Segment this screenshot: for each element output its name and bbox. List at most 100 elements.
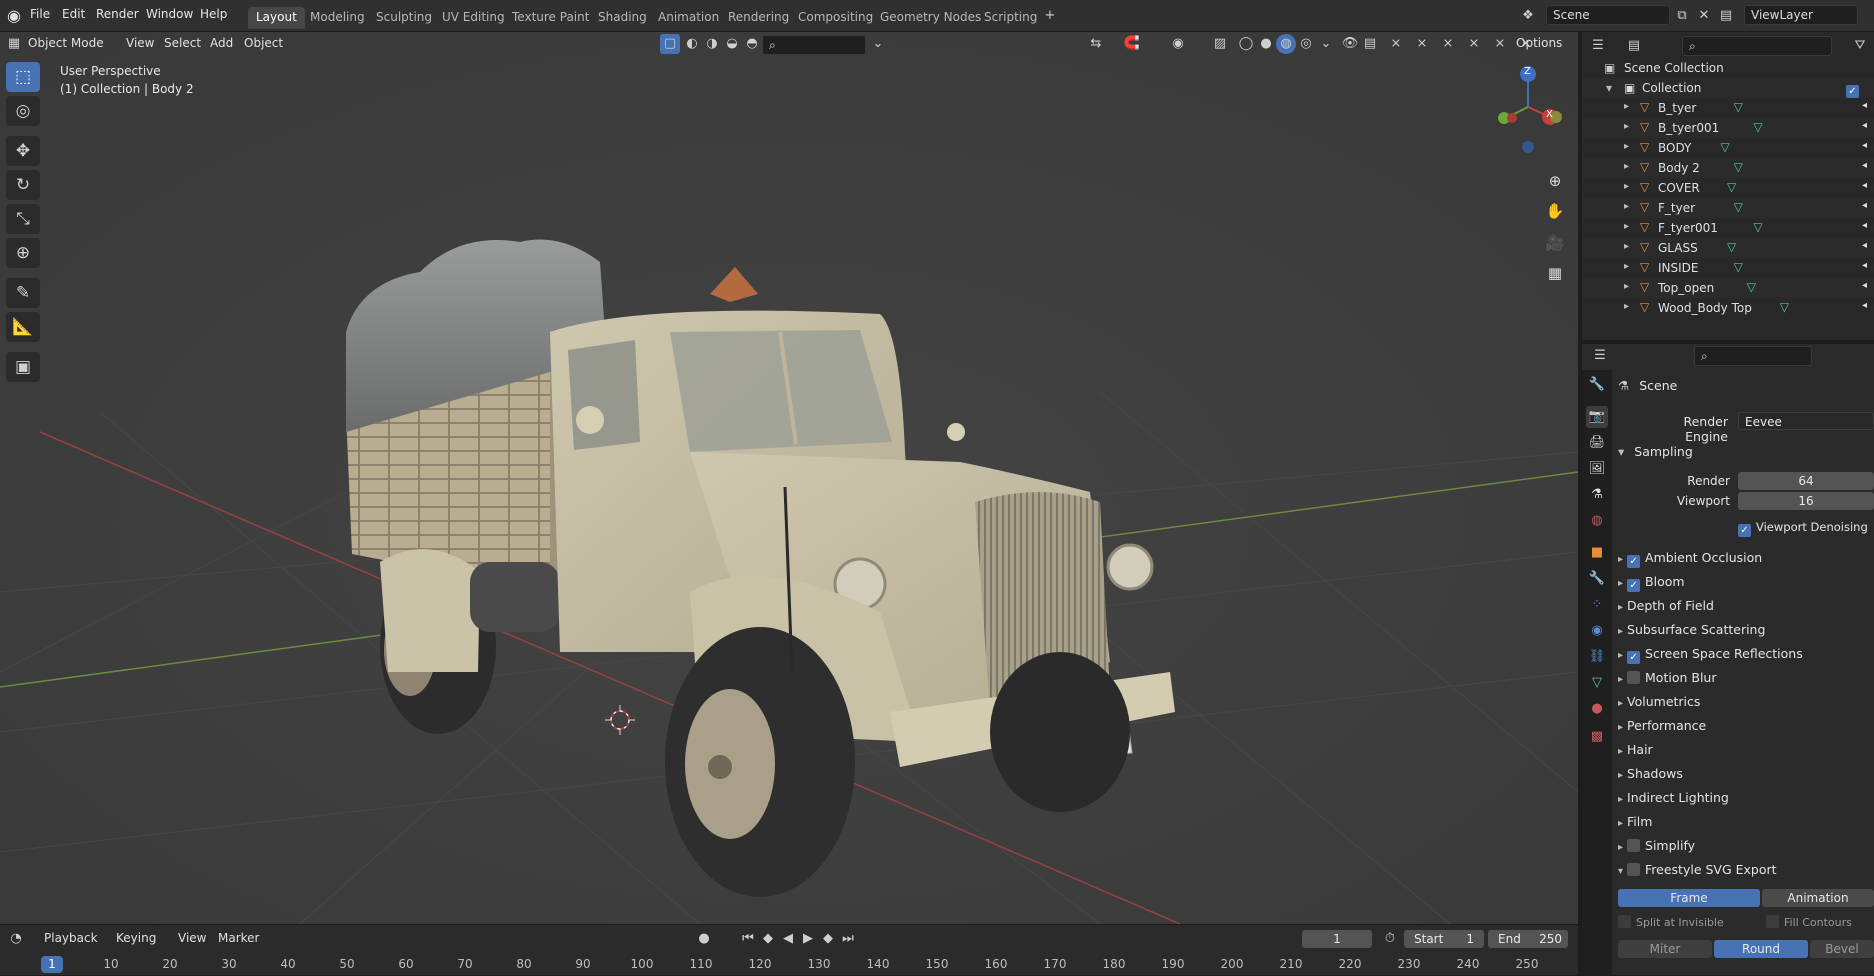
screen-space-reflections-panel[interactable]: ▸ ✓ Screen Space Reflections bbox=[1618, 646, 1803, 668]
editor-type-icon[interactable]: ▦ bbox=[4, 34, 24, 54]
expand-arrow-icon[interactable]: ▸ bbox=[1624, 141, 1629, 152]
mesh-data-icon[interactable]: ▽ bbox=[1734, 160, 1743, 174]
hair-panel[interactable]: ▸ Hair bbox=[1618, 742, 1653, 764]
wireframe-shading-icon[interactable]: ◯ bbox=[1236, 34, 1256, 54]
menu-add[interactable]: Add bbox=[210, 36, 233, 50]
menu-file[interactable]: File bbox=[30, 7, 50, 21]
scale-tool-icon[interactable]: ⤡ bbox=[6, 204, 40, 234]
move-tool-icon[interactable]: ✥ bbox=[6, 136, 40, 166]
tab-uv-editing[interactable]: UV Editing bbox=[434, 7, 513, 29]
shadows-panel[interactable]: ▸ Shadows bbox=[1618, 766, 1683, 788]
visibility-icon[interactable]: ◂ bbox=[1862, 240, 1867, 251]
output-tab-icon[interactable]: 🖨 bbox=[1586, 432, 1608, 454]
mesh-data-icon[interactable]: ▽ bbox=[1720, 140, 1729, 154]
simplify-panel[interactable]: ▸ Simplify bbox=[1618, 838, 1695, 860]
render-engine-dropdown[interactable]: Eevee bbox=[1738, 412, 1874, 430]
viewport-samples-field[interactable]: 16 bbox=[1738, 492, 1874, 510]
outliner-object-row[interactable]: ▸ ▽ INSIDE ▽ ◂ bbox=[1582, 258, 1874, 278]
navigation-gizmo[interactable]: Z X bbox=[1488, 62, 1568, 162]
tab-layout[interactable]: Layout bbox=[248, 7, 305, 29]
performance-panel[interactable]: ▸ Performance bbox=[1618, 718, 1706, 740]
select-extend-icon[interactable]: ◐ bbox=[682, 34, 702, 54]
ambient-occlusion-panel[interactable]: ▸ ✓ Ambient Occlusion bbox=[1618, 550, 1762, 572]
texture-tab-icon[interactable]: ▩ bbox=[1586, 726, 1608, 748]
outliner-object-row[interactable]: ▸ ▽ Top_open ▽ ◂ bbox=[1582, 278, 1874, 298]
render-samples-field[interactable]: 64 bbox=[1738, 472, 1874, 490]
solid-shading-icon[interactable]: ● bbox=[1256, 34, 1276, 54]
outliner-object-row[interactable]: ▸ ▽ B_tyer ▽ ◂ bbox=[1582, 98, 1874, 118]
3d-viewport[interactable]: User Perspective (1) Collection | Body 2… bbox=[0, 32, 1578, 924]
tab-rendering[interactable]: Rendering bbox=[720, 7, 797, 29]
restrict-icon-3[interactable]: ⨯ bbox=[1438, 34, 1458, 54]
select-box-tool-icon[interactable]: ⬚ bbox=[6, 62, 40, 92]
scene-tab-icon[interactable]: ⚗ bbox=[1586, 484, 1608, 506]
expand-arrow-icon[interactable]: ▸ bbox=[1624, 201, 1629, 212]
options-dropdown[interactable]: Options bbox=[1516, 36, 1562, 50]
mesh-data-icon[interactable]: ▽ bbox=[1727, 180, 1736, 194]
expand-arrow-icon[interactable]: ▸ bbox=[1624, 221, 1629, 232]
rotate-tool-icon[interactable]: ↻ bbox=[6, 170, 40, 200]
visibility-icon[interactable]: ◂ bbox=[1862, 160, 1867, 171]
outliner-object-row[interactable]: ▸ ▽ GLASS ▽ ◂ bbox=[1582, 238, 1874, 258]
visibility-icon[interactable]: ◂ bbox=[1862, 260, 1867, 271]
material-tab-icon[interactable]: ● bbox=[1586, 698, 1608, 720]
particles-tab-icon[interactable]: ⁘ bbox=[1586, 594, 1608, 616]
select-invert-icon[interactable]: ◒ bbox=[722, 34, 742, 54]
expand-arrow-icon[interactable]: ▸ bbox=[1624, 121, 1629, 132]
proportional-edit-icon[interactable]: ◉ bbox=[1168, 34, 1188, 54]
film-panel[interactable]: ▸ Film bbox=[1618, 814, 1652, 836]
visibility-icon[interactable]: ◂ bbox=[1862, 120, 1867, 131]
indirect-lighting-panel[interactable]: ▸ Indirect Lighting bbox=[1618, 790, 1729, 812]
tab-compositing[interactable]: Compositing bbox=[790, 7, 881, 29]
select-intersect-icon[interactable]: ◓ bbox=[742, 34, 762, 54]
select-subtract-icon[interactable]: ◑ bbox=[702, 34, 722, 54]
tab-modeling[interactable]: Modeling bbox=[302, 7, 373, 29]
cursor-tool-icon[interactable]: ◎ bbox=[6, 96, 40, 126]
freestyle-svg-export-panel[interactable]: ▾ Freestyle SVG Export bbox=[1618, 862, 1777, 884]
properties-search-input[interactable]: ⌕ bbox=[1694, 346, 1812, 366]
constraints-tab-icon[interactable]: ⛓ bbox=[1586, 646, 1608, 668]
tab-geometry-nodes[interactable]: Geometry Nodes bbox=[872, 7, 989, 29]
select-mode-icon[interactable]: ▢ bbox=[660, 34, 680, 54]
collection-checkbox[interactable]: ✓ bbox=[1846, 81, 1864, 98]
tab-animation[interactable]: Animation bbox=[650, 7, 727, 29]
outliner-object-row[interactable]: ▸ ▽ B_tyer001 ▽ ◂ bbox=[1582, 118, 1874, 138]
mesh-data-icon[interactable]: ▽ bbox=[1734, 100, 1743, 114]
render-tab-icon[interactable]: 📷 bbox=[1586, 406, 1608, 428]
mesh-data-icon[interactable]: ▽ bbox=[1753, 220, 1762, 234]
restrict-icon-4[interactable]: ⨯ bbox=[1464, 34, 1484, 54]
expand-arrow-icon[interactable]: ▸ bbox=[1624, 301, 1629, 312]
rendered-shading-icon[interactable]: ◎ bbox=[1296, 34, 1316, 54]
viewport-denoising-checkbox[interactable]: ✓ Viewport Denoising bbox=[1738, 520, 1868, 542]
scene-selector-icon[interactable]: ❖ bbox=[1518, 6, 1538, 26]
menu-help[interactable]: Help bbox=[200, 7, 227, 21]
annotate-tool-icon[interactable]: ✎ bbox=[6, 278, 40, 308]
restrict-icon-1[interactable]: ⨯ bbox=[1386, 34, 1406, 54]
miter-toggle[interactable]: Miter bbox=[1618, 940, 1712, 958]
scene-field[interactable]: Scene bbox=[1546, 5, 1670, 25]
restrict-icon-2[interactable]: ⨯ bbox=[1412, 34, 1432, 54]
outliner-object-row[interactable]: ▸ ▽ F_tyer ▽ ◂ bbox=[1582, 198, 1874, 218]
depth-of-field-panel[interactable]: ▸ Depth of Field bbox=[1618, 598, 1714, 620]
volumetrics-panel[interactable]: ▸ Volumetrics bbox=[1618, 694, 1700, 716]
measure-tool-icon[interactable]: 📐 bbox=[6, 312, 40, 342]
add-cube-tool-icon[interactable]: ▣ bbox=[6, 352, 40, 382]
scene-collection-row[interactable]: ▣ Scene Collection bbox=[1582, 58, 1874, 78]
world-tab-icon[interactable]: ◍ bbox=[1586, 510, 1608, 532]
outliner-object-row[interactable]: ▸ ▽ F_tyer001 ▽ ◂ bbox=[1582, 218, 1874, 238]
collapse-arrow-icon[interactable]: ▾ bbox=[1606, 81, 1612, 95]
overlay-icon[interactable]: ▤ bbox=[1360, 34, 1380, 54]
view-layer-tab-icon[interactable]: 🖼 bbox=[1586, 458, 1608, 480]
menu-object[interactable]: Object bbox=[244, 36, 283, 50]
tab-texture-paint[interactable]: Texture Paint bbox=[504, 7, 597, 29]
ortho-grid-icon[interactable]: ▦ bbox=[1542, 260, 1568, 286]
outliner-object-row[interactable]: ▸ ▽ BODY ▽ ◂ bbox=[1582, 138, 1874, 158]
sampling-panel-header[interactable]: ▾ Sampling bbox=[1618, 444, 1693, 466]
material-shading-icon[interactable]: ◍ bbox=[1276, 34, 1296, 54]
mesh-data-icon[interactable]: ▽ bbox=[1734, 260, 1743, 274]
visibility-icon[interactable]: ◂ bbox=[1862, 280, 1867, 291]
menu-view[interactable]: View bbox=[126, 36, 154, 50]
physics-tab-icon[interactable]: ◉ bbox=[1586, 620, 1608, 642]
bloom-panel[interactable]: ▸ ✓ Bloom bbox=[1618, 574, 1685, 596]
visibility-icon[interactable]: ◂ bbox=[1862, 100, 1867, 111]
